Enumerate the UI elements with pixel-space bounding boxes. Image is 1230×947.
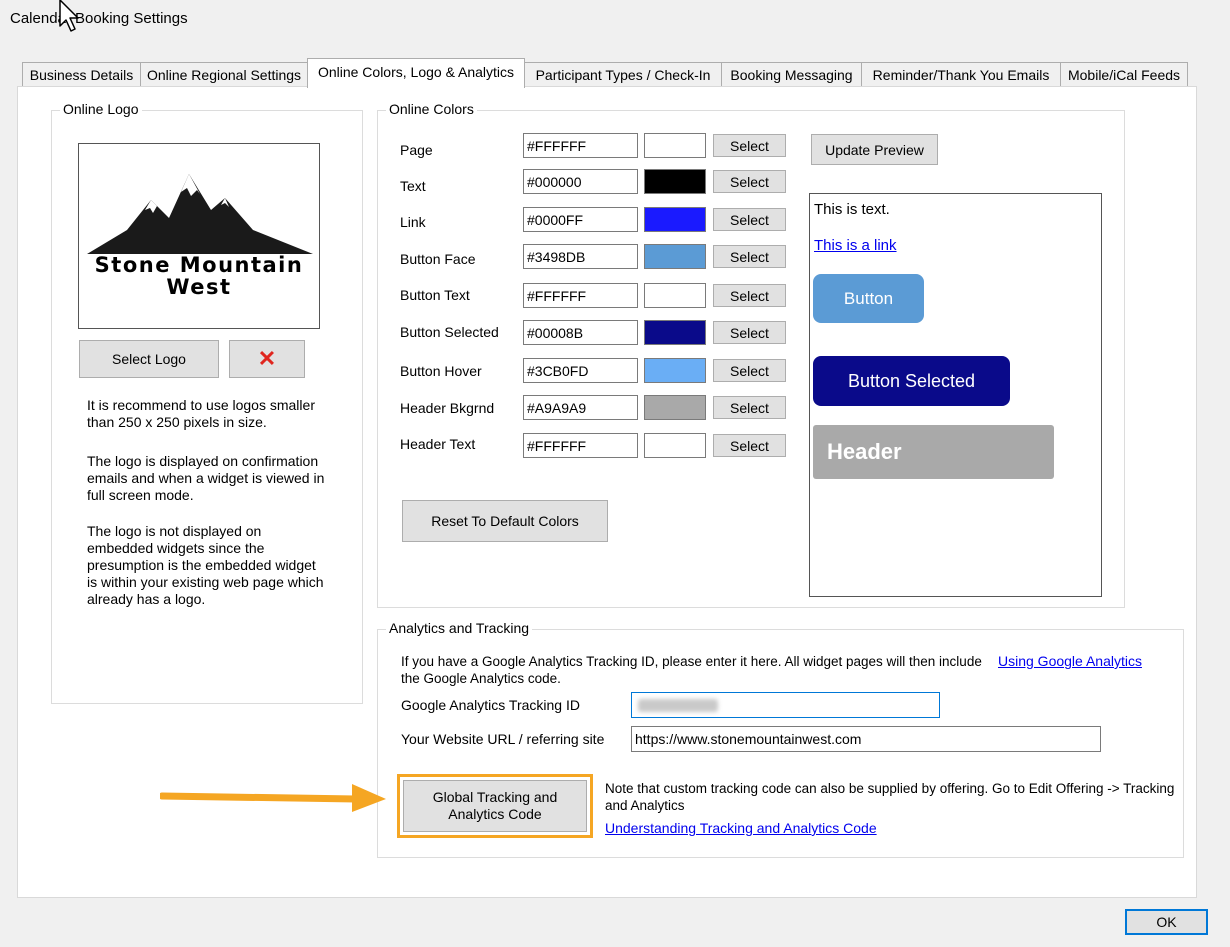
color-label-button-selected: Button Selected	[400, 324, 499, 340]
update-preview-button[interactable]: Update Preview	[811, 134, 938, 165]
color-swatch-button-selected	[644, 320, 706, 345]
color-input-link[interactable]	[523, 207, 638, 232]
color-label-header-bkgrnd: Header Bkgrnd	[400, 400, 495, 416]
ga-tracking-id-label: Google Analytics Tracking ID	[401, 697, 580, 713]
select-logo-button[interactable]: Select Logo	[79, 340, 219, 378]
color-swatch-text	[644, 169, 706, 194]
color-input-button-selected[interactable]	[523, 320, 638, 345]
color-swatch-link	[644, 207, 706, 232]
color-swatch-header-text	[644, 433, 706, 458]
tab-business-details[interactable]: Business Details	[22, 62, 141, 86]
online-colors-legend: Online Colors	[386, 101, 477, 117]
pointer-arrow-icon	[160, 784, 386, 812]
preview-button-selected[interactable]: Button Selected	[813, 356, 1010, 406]
custom-tracking-note: Note that custom tracking code can also …	[605, 781, 1175, 813]
global-tracking-button[interactable]: Global Tracking and Analytics Code	[403, 780, 587, 832]
color-select-button-link[interactable]: Select	[713, 208, 786, 231]
color-input-page[interactable]	[523, 133, 638, 158]
color-input-text[interactable]	[523, 169, 638, 194]
delete-logo-button[interactable]: ✕	[229, 340, 305, 378]
understanding-tracking-link[interactable]: Understanding Tracking and Analytics Cod…	[605, 820, 877, 836]
color-select-button-button-hover[interactable]: Select	[713, 359, 786, 382]
color-label-button-hover: Button Hover	[400, 363, 482, 379]
color-input-button-hover[interactable]	[523, 358, 638, 383]
color-select-button-button-text[interactable]: Select	[713, 284, 786, 307]
logo-help-embedded: The logo is not displayed on embedded wi…	[87, 523, 324, 607]
analytics-legend: Analytics and Tracking	[386, 620, 533, 636]
color-label-button-text: Button Text	[400, 287, 470, 303]
mountain-logo-icon	[87, 174, 313, 254]
logo-help-size: It is recommend to use logos smaller tha…	[87, 397, 315, 430]
color-input-button-face[interactable]	[523, 244, 638, 269]
color-input-header-bkgrnd[interactable]	[523, 395, 638, 420]
color-select-button-header-bkgrnd[interactable]: Select	[713, 396, 786, 419]
analytics-intro: If you have a Google Analytics Tracking …	[401, 654, 982, 686]
preview-button[interactable]: Button	[813, 274, 924, 323]
delete-x-icon: ✕	[257, 346, 277, 371]
logo-help-display: The logo is displayed on confirmation em…	[87, 453, 325, 503]
color-swatch-button-hover	[644, 358, 706, 383]
preview-header: Header	[813, 425, 1054, 479]
color-swatch-button-face	[644, 244, 706, 269]
color-swatch-page	[644, 133, 706, 158]
color-select-button-button-face[interactable]: Select	[713, 245, 786, 268]
color-input-button-text[interactable]	[523, 283, 638, 308]
tab-booking-messaging[interactable]: Booking Messaging	[721, 62, 862, 86]
color-swatch-button-text	[644, 283, 706, 308]
logo-text: Stone Mountain West	[94, 253, 304, 299]
color-label-page: Page	[400, 142, 433, 158]
color-select-button-button-selected[interactable]: Select	[713, 321, 786, 344]
preview-link[interactable]: This is a link	[814, 237, 897, 254]
logo-preview: Stone Mountain West	[78, 143, 320, 329]
tab-reminder-thank-you-emails[interactable]: Reminder/Thank You Emails	[861, 62, 1061, 86]
ok-button[interactable]: OK	[1125, 909, 1208, 935]
color-select-button-text[interactable]: Select	[713, 170, 786, 193]
preview-text: This is text.	[814, 201, 890, 218]
window-title: Calendar Booking Settings	[10, 10, 188, 27]
color-label-text: Text	[400, 178, 426, 194]
color-swatch-header-bkgrnd	[644, 395, 706, 420]
color-label-link: Link	[400, 214, 426, 230]
reset-default-colors-button[interactable]: Reset To Default Colors	[402, 500, 608, 542]
color-select-button-page[interactable]: Select	[713, 134, 786, 157]
using-google-analytics-link[interactable]: Using Google Analytics	[998, 653, 1142, 669]
color-label-header-text: Header Text	[400, 436, 476, 452]
website-url-input[interactable]	[631, 726, 1101, 752]
color-label-button-face: Button Face	[400, 251, 476, 267]
tab-online-colors-logo-analytics[interactable]: Online Colors, Logo & Analytics	[307, 58, 525, 88]
ga-tracking-id-input[interactable]	[631, 692, 940, 718]
color-select-button-header-text[interactable]: Select	[713, 434, 786, 457]
tab-online-regional-settings[interactable]: Online Regional Settings	[140, 62, 308, 86]
website-url-label: Your Website URL / referring site	[401, 731, 605, 747]
mouse-cursor-icon	[59, 0, 79, 32]
color-input-header-text[interactable]	[523, 433, 638, 458]
online-logo-legend: Online Logo	[60, 101, 142, 117]
tab-mobile-ical-feeds[interactable]: Mobile/iCal Feeds	[1060, 62, 1188, 86]
blurred-tracking-id	[638, 699, 718, 712]
tab-participant-types[interactable]: Participant Types / Check-In	[524, 62, 722, 86]
